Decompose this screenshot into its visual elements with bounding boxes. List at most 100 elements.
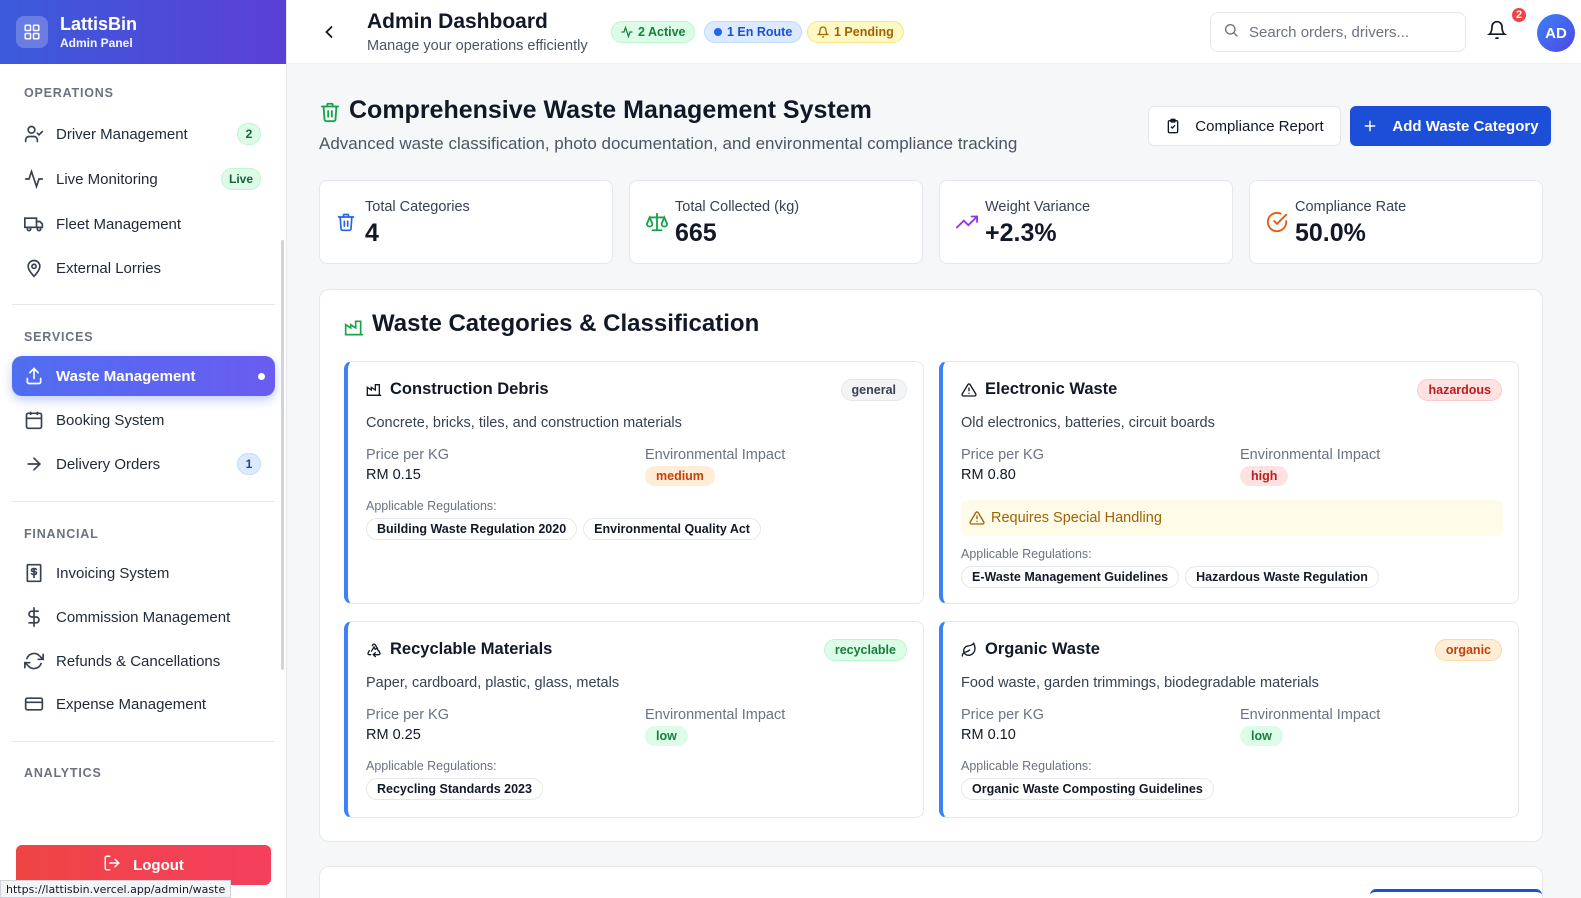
category-card-electronic-waste[interactable]: Electronic Waste hazardous Old electroni… — [939, 361, 1519, 604]
regulations-label: Applicable Regulations: — [961, 547, 1092, 561]
sidebar-item-label: Driver Management — [56, 125, 188, 143]
sidebar-item-delivery-orders[interactable]: Delivery Orders 1 — [12, 444, 275, 484]
stat-value: 50.0% — [1295, 219, 1366, 247]
stat-card-total-categories: Total Categories 4 — [319, 180, 613, 264]
clipboard-icon — [1165, 118, 1181, 134]
category-description: Concrete, bricks, tiles, and constructio… — [366, 415, 682, 431]
en-route-status-label: 1 En Route — [727, 25, 793, 39]
trending-up-icon — [956, 211, 978, 238]
price-value: RM 0.25 — [366, 727, 421, 743]
header-subtitle: Manage your operations efficiently — [367, 38, 588, 54]
calendar-icon — [24, 410, 44, 430]
brand-header[interactable]: LattisBin Admin Panel — [0, 0, 286, 64]
sidebar-item-label: Refunds & Cancellations — [56, 652, 221, 670]
trash-icon — [336, 211, 356, 238]
sidebar-item-refunds-cancellations[interactable]: Refunds & Cancellations — [12, 641, 275, 681]
sidebar-item-external-lorries[interactable]: External Lorries — [12, 248, 275, 288]
compliance-report-button[interactable]: Compliance Report — [1148, 106, 1341, 146]
notification-count-badge: 2 — [1510, 6, 1528, 24]
category-tag: organic — [1434, 639, 1502, 661]
upload-icon — [24, 366, 44, 386]
sidebar-item-commission-management[interactable]: Commission Management — [12, 597, 275, 637]
add-waste-category-button[interactable]: Add Waste Category — [1350, 106, 1551, 146]
sidebar-item-expense-management[interactable]: Expense Management — [12, 684, 275, 724]
impact-label: Environmental Impact — [645, 707, 786, 723]
sidebar-item-label: Fleet Management — [56, 215, 182, 233]
factory-icon — [366, 382, 382, 403]
sidebar-item-live-monitoring[interactable]: Live Monitoring Live — [12, 159, 275, 199]
sidebar-item-waste-management[interactable]: Waste Management — [12, 356, 275, 396]
search-box[interactable] — [1210, 12, 1466, 52]
add-waste-category-label: Add Waste Category — [1392, 117, 1539, 135]
special-handling-label: Requires Special Handling — [991, 510, 1162, 526]
sidebar-item-booking-system[interactable]: Booking System — [12, 400, 275, 440]
leaf-icon — [961, 642, 977, 663]
factory-icon — [344, 318, 364, 343]
pending-status-label: 1 Pending — [834, 25, 894, 39]
category-name: Construction Debris — [390, 380, 549, 398]
waste-categories-panel: Waste Categories & Classification Constr… — [319, 289, 1543, 842]
regulation-chip: Hazardous Waste Regulation — [1185, 566, 1379, 588]
plus-icon — [1362, 118, 1378, 134]
special-handling-notice: Requires Special Handling — [961, 500, 1503, 536]
stat-label: Total Categories — [365, 199, 470, 215]
category-card-organic-waste[interactable]: Organic Waste organic Food waste, garden… — [939, 621, 1519, 818]
regulations-label: Applicable Regulations: — [366, 499, 497, 513]
sidebar-item-fleet-management[interactable]: Fleet Management — [12, 204, 275, 244]
bell-icon — [817, 26, 829, 38]
category-card-recyclable-materials[interactable]: Recyclable Materials recyclable Paper, c… — [344, 621, 924, 818]
price-label: Price per KG — [366, 447, 449, 463]
stat-label: Weight Variance — [985, 199, 1091, 215]
sidebar-scrollbar[interactable] — [281, 240, 284, 670]
sidebar-item-label: Live Monitoring — [56, 170, 158, 188]
category-tag: hazardous — [1417, 379, 1502, 401]
map-pin-icon — [24, 258, 44, 278]
compliance-report-label: Compliance Report — [1195, 117, 1324, 135]
user-check-icon — [24, 124, 44, 144]
main-content: Comprehensive Waste Management System Ad… — [287, 64, 1581, 898]
section-title-services: SERVICES — [24, 330, 94, 344]
active-status-pill: 2 Active — [611, 21, 696, 43]
sidebar: LattisBin Admin Panel OPERATIONS Driver … — [0, 0, 287, 898]
price-value: RM 0.10 — [961, 727, 1016, 743]
impact-label: Environmental Impact — [1240, 447, 1381, 463]
logout-icon — [103, 854, 121, 876]
sidebar-item-invoicing-system[interactable]: Invoicing System — [12, 553, 275, 593]
section-title-financial: FINANCIAL — [24, 527, 99, 541]
panel-title: Waste Categories & Classification — [372, 310, 760, 337]
section-title-operations: OPERATIONS — [24, 86, 114, 100]
header-title: Admin Dashboard — [367, 10, 548, 33]
impact-badge: medium — [645, 466, 715, 486]
stat-card-compliance-rate: Compliance Rate 50.0% — [1249, 180, 1543, 264]
regulation-chip: E-Waste Management Guidelines — [961, 566, 1180, 588]
trash-icon — [319, 100, 341, 129]
driver-count-badge: 2 — [237, 123, 261, 145]
dollar-icon — [24, 607, 44, 627]
stat-label: Compliance Rate — [1295, 199, 1407, 215]
grid-logo-icon — [16, 16, 48, 48]
category-description: Paper, cardboard, plastic, glass, metals — [366, 675, 620, 691]
sidebar-item-driver-management[interactable]: Driver Management 2 — [12, 114, 275, 154]
regulation-chip: Building Waste Regulation 2020 — [366, 518, 578, 540]
impact-label: Environmental Impact — [1240, 707, 1381, 723]
category-description: Old electronics, batteries, circuit boar… — [961, 415, 1215, 431]
regulation-chip: Recycling Standards 2023 — [366, 778, 543, 800]
logout-button[interactable]: Logout — [16, 845, 271, 885]
sidebar-item-label: External Lorries — [56, 259, 162, 277]
active-status-label: 2 Active — [638, 25, 686, 39]
notification-bell-icon[interactable] — [1486, 20, 1511, 44]
status-bar-url: https://lattisbin.vercel.app/admin/waste — [0, 880, 232, 898]
next-panel-button-partial[interactable] — [1370, 889, 1542, 898]
category-name: Organic Waste — [985, 640, 1100, 658]
category-description: Food waste, garden trimmings, biodegrada… — [961, 675, 1319, 691]
page-subtitle: Advanced waste classification, photo doc… — [319, 134, 1018, 153]
chevron-left-icon[interactable] — [319, 22, 339, 42]
user-avatar[interactable]: AD — [1537, 14, 1575, 52]
search-input[interactable] — [1249, 23, 1459, 41]
regulations-label: Applicable Regulations: — [366, 759, 497, 773]
impact-badge: high — [1240, 466, 1289, 486]
stat-value: 4 — [365, 219, 379, 247]
credit-card-icon — [24, 694, 44, 714]
impact-label: Environmental Impact — [645, 447, 786, 463]
category-card-construction-debris[interactable]: Construction Debris general Concrete, br… — [344, 361, 924, 604]
